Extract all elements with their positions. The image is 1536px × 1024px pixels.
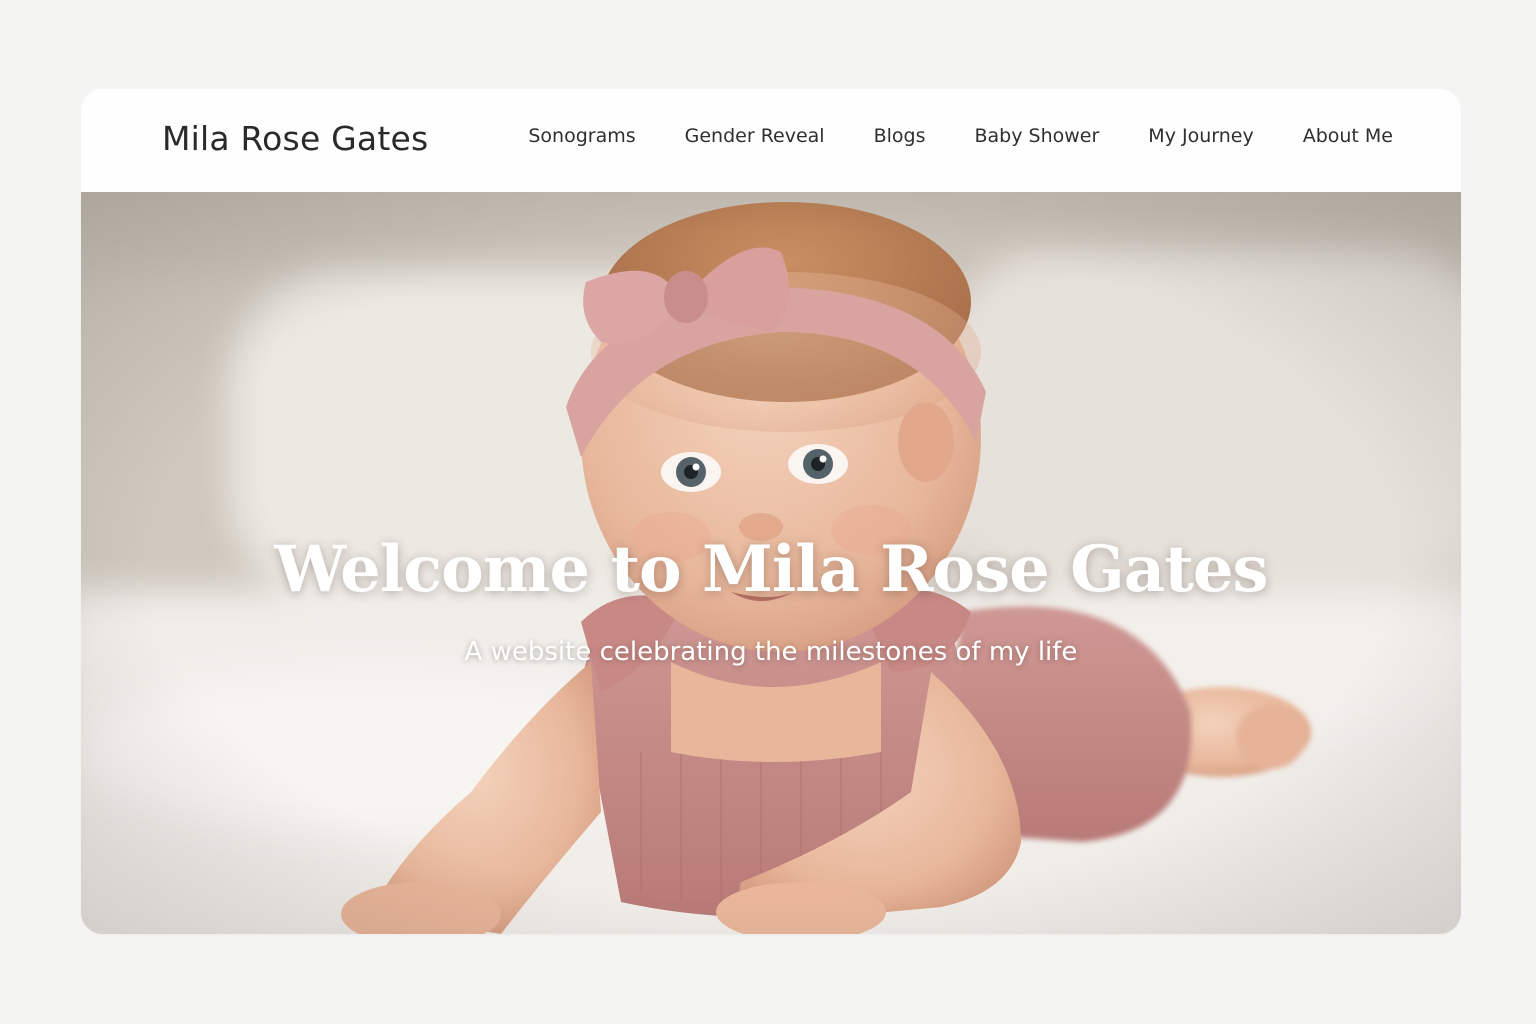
nav-link-about-me[interactable]: About Me — [1303, 125, 1393, 147]
hero-subtitle: A website celebrating the milestones of … — [464, 637, 1078, 667]
nav-link-sonograms[interactable]: Sonograms — [528, 125, 635, 147]
site-header: Mila Rose Gates Sonograms Gender Reveal … — [81, 89, 1461, 192]
nav-link-blogs[interactable]: Blogs — [874, 125, 926, 147]
nav-link-my-journey[interactable]: My Journey — [1148, 125, 1253, 147]
hero-banner: Welcome to Mila Rose Gates A website cel… — [81, 192, 1461, 934]
website-card: Mila Rose Gates Sonograms Gender Reveal … — [81, 89, 1461, 934]
nav-link-gender-reveal[interactable]: Gender Reveal — [685, 125, 825, 147]
nav-link-baby-shower[interactable]: Baby Shower — [975, 125, 1100, 147]
main-navigation: Sonograms Gender Reveal Blogs Baby Showe… — [528, 125, 1393, 147]
hero-title: Welcome to Mila Rose Gates — [274, 532, 1268, 607]
site-brand-link[interactable]: Mila Rose Gates — [162, 119, 428, 158]
